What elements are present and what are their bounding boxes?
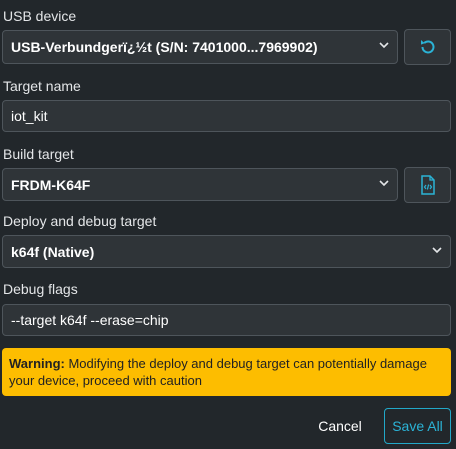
- usb-device-label: USB device: [3, 8, 77, 24]
- target-config-panel: USB device USB-Verbundgerï¿½t (S/N: 7401…: [0, 0, 456, 449]
- warning-text: Modifying the deploy and debug target ca…: [9, 356, 427, 388]
- build-target-value: FRDM-K64F: [11, 176, 91, 193]
- warning-title: Warning:: [9, 356, 65, 371]
- debug-flags-value: --target k64f --erase=chip: [11, 312, 169, 328]
- usb-device-select[interactable]: USB-Verbundgerï¿½t (S/N: 7401000...79699…: [2, 30, 398, 64]
- refresh-icon: [420, 40, 434, 54]
- deploy-target-value: k64f (Native): [11, 243, 95, 260]
- chevron-down-icon: [379, 42, 389, 49]
- deploy-target-select[interactable]: k64f (Native): [2, 235, 451, 268]
- chevron-down-icon: [379, 179, 389, 186]
- refresh-button[interactable]: [404, 29, 451, 65]
- target-name-label: Target name: [3, 78, 81, 94]
- cancel-button[interactable]: Cancel: [308, 409, 372, 443]
- usb-device-value: USB-Verbundgerï¿½t (S/N: 7401000...79699…: [11, 39, 318, 55]
- debug-flags-input[interactable]: --target k64f --erase=chip: [2, 304, 451, 336]
- chevron-down-icon: [432, 246, 442, 253]
- file-code-button[interactable]: [404, 167, 451, 203]
- target-name-input[interactable]: iot_kit: [2, 100, 451, 132]
- deploy-target-label: Deploy and debug target: [3, 213, 157, 229]
- build-target-label: Build target: [3, 146, 74, 162]
- file-code-icon: [420, 175, 435, 195]
- target-name-value: iot_kit: [11, 108, 48, 124]
- debug-flags-label: Debug flags: [3, 281, 78, 297]
- save-all-button[interactable]: Save All: [384, 408, 451, 444]
- warning-banner: Warning: Modifying the deploy and debug …: [2, 348, 451, 396]
- build-target-select[interactable]: FRDM-K64F: [2, 168, 398, 201]
